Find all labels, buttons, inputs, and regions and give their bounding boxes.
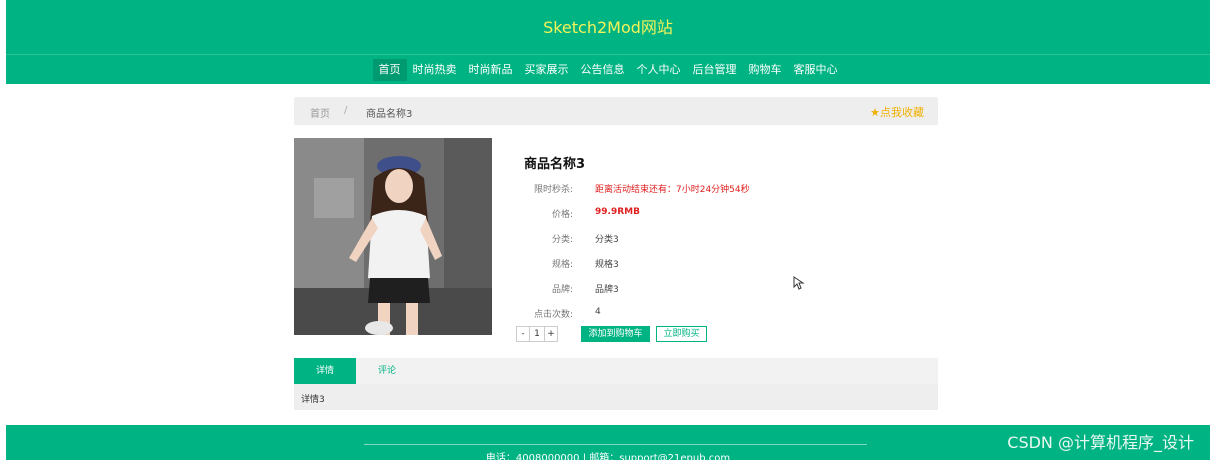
nav-item-new-arrivals[interactable]: 时尚新品 — [463, 59, 519, 81]
field-price: 价格: 99.9RMB — [515, 207, 935, 221]
breadcrumb: 首页 / 商品名称3 ★点我收藏 — [294, 97, 938, 125]
tab-comments[interactable]: 评论 — [356, 358, 418, 384]
breadcrumb-home[interactable]: 首页 — [310, 105, 330, 120]
nav-item-customer-service[interactable]: 客服中心 — [788, 59, 844, 81]
detail-tabs: 详情 评论 — [294, 358, 938, 384]
header-divider — [6, 54, 1210, 55]
field-label: 价格: — [551, 210, 573, 220]
field-category: 分类: 分类3 — [515, 232, 935, 246]
field-brand: 品牌: 品牌3 — [515, 282, 935, 296]
field-spec: 规格: 规格3 — [515, 257, 935, 271]
countdown-text: 距离活动结束还有：7小时24分钟54秒 — [595, 185, 750, 195]
breadcrumb-separator: / — [344, 105, 348, 116]
tab-content-text: 详情3 — [301, 395, 325, 405]
tab-details[interactable]: 详情 — [294, 358, 356, 384]
site-title: Sketch2Mod网站 — [543, 18, 673, 37]
field-click-count: 点击次数: 4 — [515, 307, 935, 321]
footer-divider — [364, 444, 867, 445]
product-name: 商品名称3 — [524, 157, 586, 172]
field-flash-sale: 限时秒杀: 距离活动结束还有：7小时24分钟54秒 — [515, 182, 935, 196]
field-label: 限时秒杀: — [533, 185, 573, 195]
breadcrumb-current: 商品名称3 — [366, 109, 413, 120]
field-label: 品牌: — [551, 285, 573, 295]
qty-minus-button[interactable]: - — [516, 326, 530, 342]
brand-value: 品牌3 — [595, 285, 619, 295]
spec-value: 规格3 — [595, 260, 619, 270]
nav-item-home[interactable]: 首页 — [372, 59, 407, 81]
watermark-text: CSDN @计算机程序_设计 — [1007, 433, 1194, 452]
tab-content: 详情3 — [294, 384, 938, 410]
add-to-cart-button[interactable]: 添加到购物车 — [581, 326, 650, 342]
mouse-cursor-icon — [793, 276, 805, 290]
site-footer: 电话：4008000000 | 邮箱：support@21epub.com CS… — [6, 425, 1210, 460]
site-header: Sketch2Mod网站 首页 时尚热卖 时尚新品 买家展示 公告信息 个人中心… — [6, 0, 1210, 84]
quantity-stepper: - 1 + — [516, 326, 558, 342]
product-image — [294, 138, 492, 335]
field-label: 分类: — [551, 235, 573, 245]
field-label: 点击次数: — [533, 310, 573, 320]
product-photo-illustration — [294, 138, 492, 335]
nav-item-cart[interactable]: 购物车 — [743, 59, 788, 81]
price-value: 99.9RMB — [595, 207, 640, 217]
nav-item-hot-sale[interactable]: 时尚热卖 — [407, 59, 463, 81]
nav-item-personal-center[interactable]: 个人中心 — [631, 59, 687, 81]
main-nav: 首页 时尚热卖 时尚新品 买家展示 公告信息 个人中心 后台管理 购物车 客服中… — [6, 59, 1210, 81]
nav-item-admin[interactable]: 后台管理 — [687, 59, 743, 81]
click-count-value: 4 — [595, 307, 601, 317]
field-label: 规格: — [551, 260, 573, 270]
buy-now-button[interactable]: 立即购买 — [656, 326, 707, 342]
category-value: 分类3 — [595, 235, 619, 245]
nav-item-announcements[interactable]: 公告信息 — [575, 59, 631, 81]
qty-plus-button[interactable]: + — [544, 326, 558, 342]
nav-item-buyer-show[interactable]: 买家展示 — [519, 59, 575, 81]
favorite-button[interactable]: ★点我收藏 — [870, 104, 924, 120]
qty-input[interactable]: 1 — [530, 326, 544, 342]
